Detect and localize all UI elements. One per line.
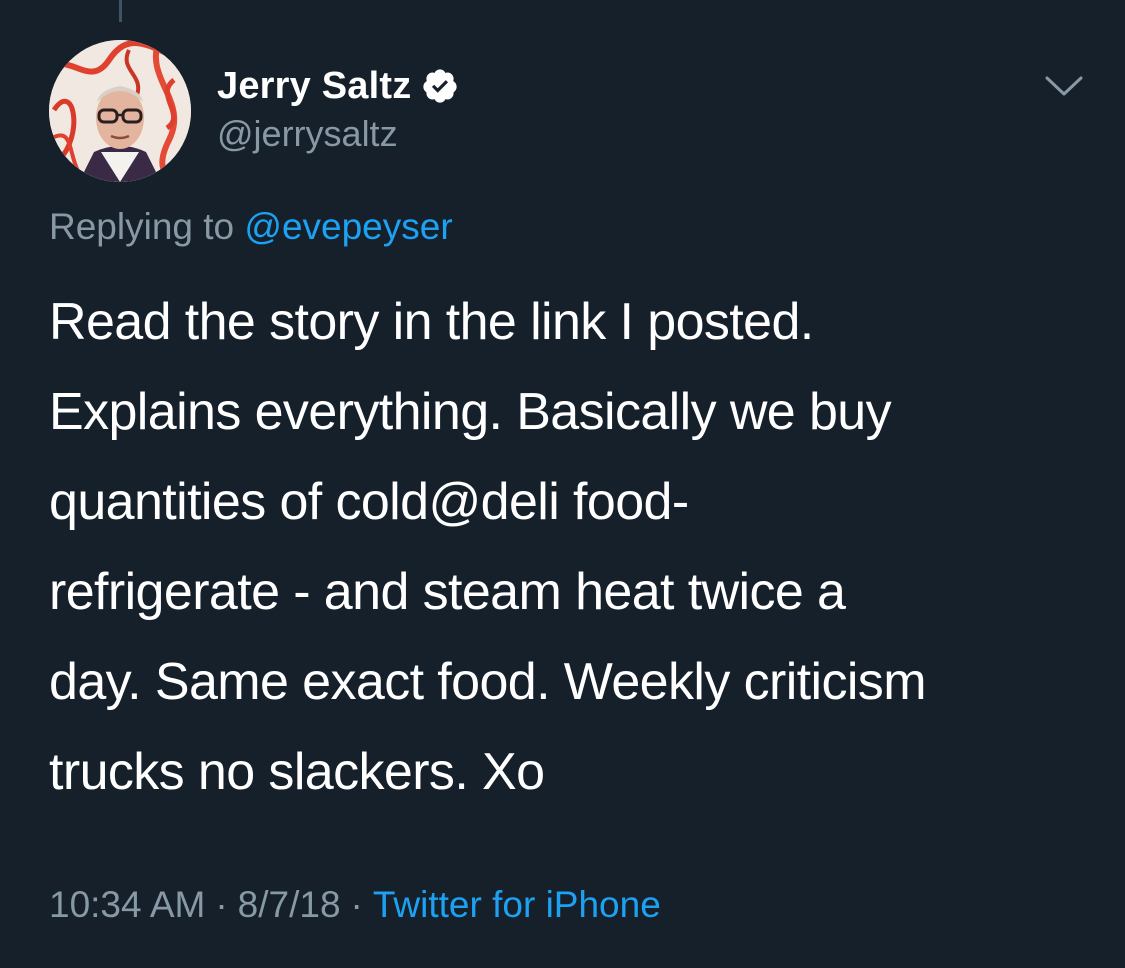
author-name-row[interactable]: Jerry Saltz [217, 62, 459, 110]
chevron-down-icon[interactable] [1044, 72, 1084, 102]
tweet-text-line: trucks no slackers. Xo [49, 743, 545, 801]
author-display-name[interactable]: Jerry Saltz [217, 65, 411, 108]
tweet-text-line: Read the story in the link I posted. [49, 293, 814, 351]
author-handle[interactable]: @jerrysaltz [217, 113, 398, 155]
tweet-text-line: refrigerate - and steam heat twice a [49, 563, 846, 621]
replying-to: Replying to @evepeyser [49, 206, 453, 248]
tweet-text-line: quantities of cold@deli food- [49, 473, 689, 531]
tweet-source-link[interactable]: Twitter for iPhone [373, 884, 661, 925]
avatar[interactable] [49, 40, 191, 182]
tweet-time[interactable]: 10:34 AM [49, 884, 205, 925]
verified-badge-icon [421, 67, 459, 105]
meta-separator: · [350, 884, 363, 925]
reply-mention-link[interactable]: @evepeyser [244, 206, 452, 247]
thread-connector-line [119, 0, 122, 22]
tweet-date[interactable]: 8/7/18 [238, 884, 341, 925]
tweet-metadata: 10:34 AM · 8/7/18 · Twitter for iPhone [49, 884, 661, 926]
tweet-text-line: Explains everything. Basically we buy [49, 383, 892, 441]
replying-to-label: Replying to [49, 206, 245, 247]
tweet-text: Read the story in the link I posted. Exp… [49, 277, 1099, 817]
tweet-text-line: day. Same exact food. Weekly criticism [49, 653, 927, 711]
meta-separator: · [215, 884, 228, 925]
avatar-image [49, 40, 191, 182]
